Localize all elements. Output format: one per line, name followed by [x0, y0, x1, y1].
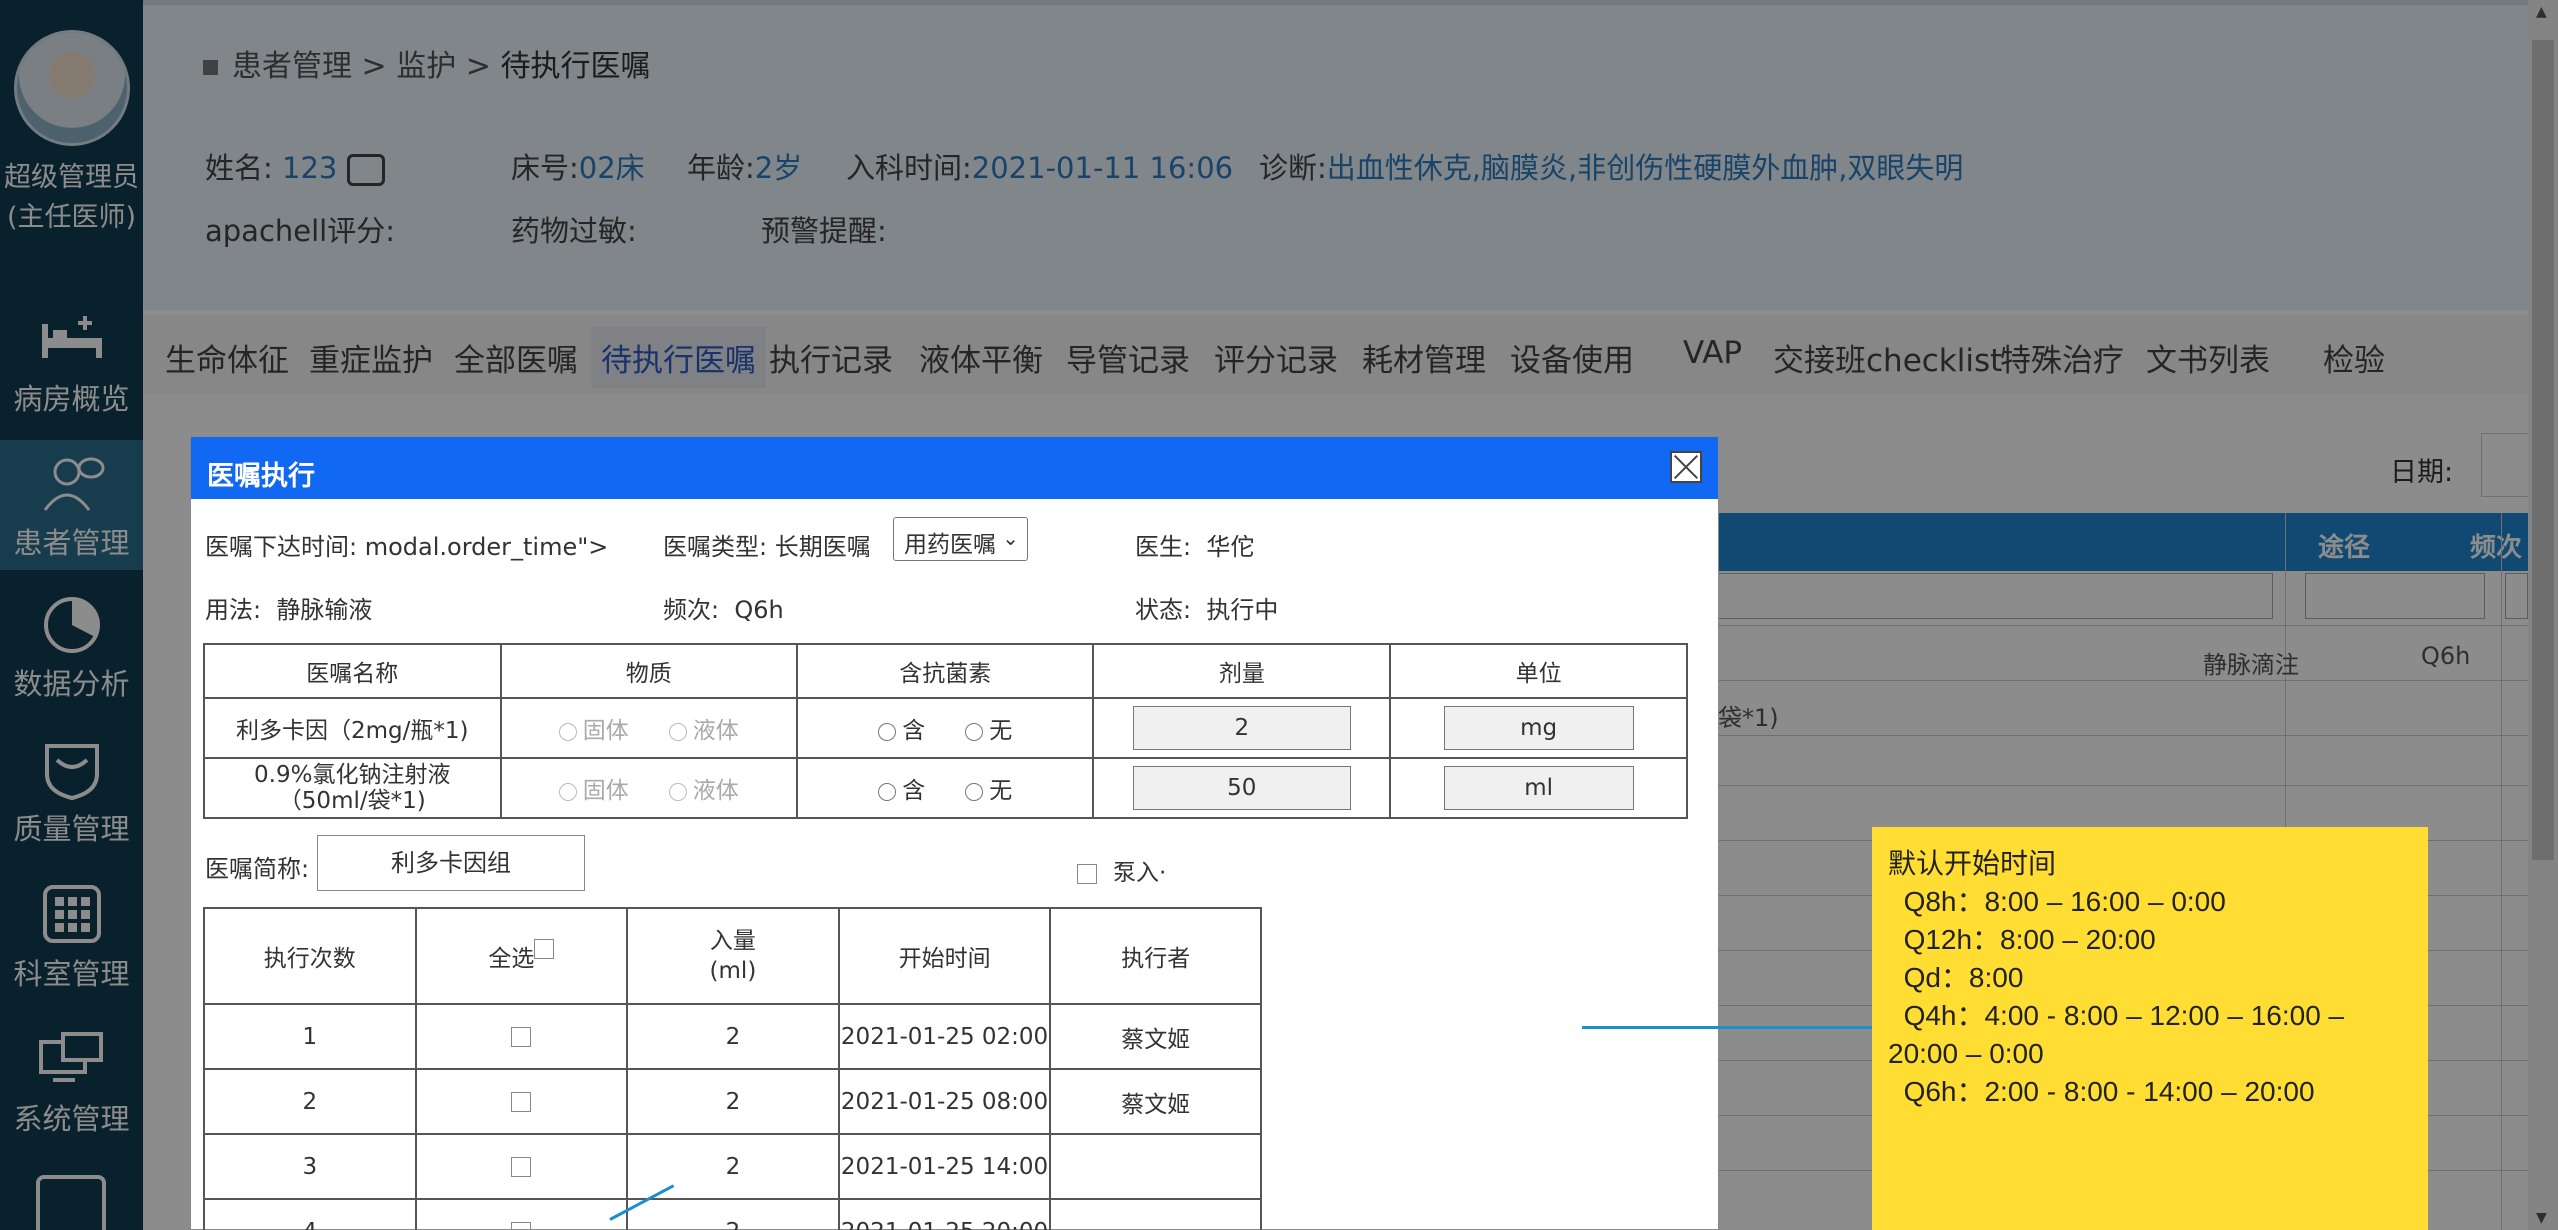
exec-count: 2 — [203, 1068, 417, 1135]
dose-cell: 2 — [1092, 697, 1392, 759]
abbr-label: 医嘱简称: — [205, 855, 310, 883]
unit-cell: ml — [1389, 757, 1688, 819]
table-row: 0.9%氯化钠注射液（50ml/袋*1) 固体 液体 含无 50 ml — [203, 757, 1688, 819]
exec-executor: 蔡文姬 — [1049, 1003, 1262, 1070]
table-row: 利多卡因（2mg/瓶*1) 固体 液体 含无 2 mg — [203, 697, 1688, 759]
note-title: 默认开始时间 — [1888, 848, 2057, 879]
status: 状态: 执行中 — [1135, 596, 1279, 624]
antibiotic-radio-group: 含无 — [795, 757, 1095, 819]
note-line: Q8h：8:00 – 16:00 – 0:00 — [1888, 886, 2226, 917]
dose-input[interactable]: 2 — [1132, 706, 1351, 750]
row-checkbox[interactable] — [511, 1027, 532, 1047]
no-radio[interactable]: 无 — [965, 711, 1012, 745]
exec-count: 3 — [203, 1133, 417, 1200]
solid-radio[interactable]: 固体 — [558, 711, 629, 745]
col-substance: 物质 — [499, 643, 798, 699]
col-executor: 执行者 — [1049, 907, 1262, 1005]
col-dose: 剂量 — [1092, 643, 1392, 699]
substance-radio-group: 固体 液体 — [499, 757, 798, 819]
sticky-note: 默认开始时间 Q8h：8:00 – 16:00 – 0:00 Q12h：8:00… — [1872, 827, 2428, 1230]
unit-input[interactable]: ml — [1443, 766, 1634, 810]
exec-start-time: 2021-01-25 14:00 — [837, 1133, 1052, 1200]
note-line: Q6h：2:00 - 8:00 - 14:00 – 20:00 — [1888, 1076, 2315, 1107]
usage: 用法: 静脉输液 — [205, 596, 373, 624]
table-row: 1 2 2021-01-25 02:00 蔡文姬 — [203, 1003, 1262, 1070]
chevron-down-icon: ⌄ — [1002, 526, 1019, 550]
checkbox-icon[interactable] — [1077, 863, 1097, 884]
exec-amount: 2 — [626, 1068, 840, 1135]
close-icon[interactable] — [1670, 451, 1702, 483]
yes-radio[interactable]: 含 — [878, 711, 925, 745]
note-connector-line — [1582, 1026, 1872, 1029]
exec-start-time: 2021-01-25 02:00 — [837, 1003, 1052, 1070]
unit-cell: mg — [1389, 697, 1688, 759]
exec-amount: 2 — [626, 1198, 840, 1230]
row-select — [414, 1198, 629, 1230]
drug-table-header: 医嘱名称 物质 含抗菌素 剂量 单位 — [203, 643, 1688, 699]
col-antibiotic: 含抗菌素 — [795, 643, 1095, 699]
select-all-checkbox[interactable] — [534, 939, 555, 959]
row-checkbox[interactable] — [511, 1157, 532, 1177]
substance-radio-group: 固体 液体 — [499, 697, 798, 759]
yes-radio[interactable]: 含 — [878, 771, 925, 805]
order-type-select[interactable]: 用药医嘱 ⌄ — [893, 517, 1028, 561]
abbr-input[interactable]: 利多卡因组 — [317, 835, 585, 891]
liquid-radio[interactable]: 液体 — [668, 711, 739, 745]
exec-amount: 2 — [626, 1003, 840, 1070]
note-line: Qd：8:00 — [1888, 962, 2024, 993]
col-amount: 入量 (ml) — [626, 907, 840, 1005]
unit-input[interactable]: mg — [1443, 706, 1634, 750]
col-unit: 单位 — [1389, 643, 1688, 699]
col-select-all: 全选 — [414, 907, 629, 1005]
col-exec-count: 执行次数 — [203, 907, 417, 1005]
exec-amount: 2 — [626, 1133, 840, 1200]
doctor: 医生: 华佗 — [1135, 533, 1255, 561]
table-row: 3 2 2021-01-25 14:00 — [203, 1133, 1262, 1200]
exec-executor: 蔡文姬 — [1049, 1068, 1262, 1135]
exec-table-header: 执行次数 全选 入量 (ml) 开始时间 执行者 — [203, 907, 1262, 1005]
exec-count: 4 — [203, 1198, 417, 1230]
dialog-titlebar: 医嘱执行 — [191, 437, 1718, 499]
table-row: 2 2 2021-01-25 08:00 蔡文姬 — [203, 1068, 1262, 1135]
exec-start-time: 2021-01-25 20:00 — [837, 1198, 1052, 1230]
exec-executor — [1049, 1133, 1262, 1200]
exec-table: 执行次数 全选 入量 (ml) 开始时间 执行者 1 2 2021-01-25 0… — [203, 907, 1262, 1230]
row-select — [414, 1068, 629, 1135]
exec-start-time: 2021-01-25 08:00 — [837, 1068, 1052, 1135]
row-checkbox[interactable] — [511, 1092, 532, 1112]
order-exec-dialog: 医嘱执行 医嘱下达时间: modal.order_time"> 医嘱类型: 长期… — [190, 436, 1719, 1230]
liquid-radio[interactable]: 液体 — [668, 771, 739, 805]
col-order-name: 医嘱名称 — [203, 643, 502, 699]
antibiotic-radio-group: 含无 — [795, 697, 1095, 759]
frequency: 频次: Q6h — [663, 596, 784, 624]
col-start-time: 开始时间 — [837, 907, 1052, 1005]
drug-name: 0.9%氯化钠注射液（50ml/袋*1) — [203, 757, 502, 819]
dose-input[interactable]: 50 — [1132, 766, 1351, 810]
row-select — [414, 1003, 629, 1070]
drug-name: 利多卡因（2mg/瓶*1) — [203, 697, 502, 759]
row-checkbox[interactable] — [511, 1222, 532, 1230]
exec-count: 1 — [203, 1003, 417, 1070]
dialog-title: 医嘱执行 — [207, 461, 315, 492]
table-row: 4 2 2021-01-25 20:00 — [203, 1198, 1262, 1230]
dose-cell: 50 — [1092, 757, 1392, 819]
note-line: Q4h：4:00 - 8:00 – 12:00 – 16:00 – 20:00 … — [1888, 1000, 2352, 1069]
order-type: 医嘱类型: 长期医嘱 — [663, 533, 871, 561]
drug-table: 医嘱名称 物质 含抗菌素 剂量 单位 利多卡因（2mg/瓶*1) 固体 液体 含无… — [203, 643, 1688, 819]
row-select — [414, 1133, 629, 1200]
solid-radio[interactable]: 固体 — [558, 771, 629, 805]
note-line: Q12h：8:00 – 20:00 — [1888, 924, 2156, 955]
exec-executor — [1049, 1198, 1262, 1230]
no-radio[interactable]: 无 — [965, 771, 1012, 805]
order-time: 医嘱下达时间: modal.order_time"> — [205, 533, 609, 561]
pump-checkbox[interactable]: 泵入· — [1077, 853, 1166, 887]
